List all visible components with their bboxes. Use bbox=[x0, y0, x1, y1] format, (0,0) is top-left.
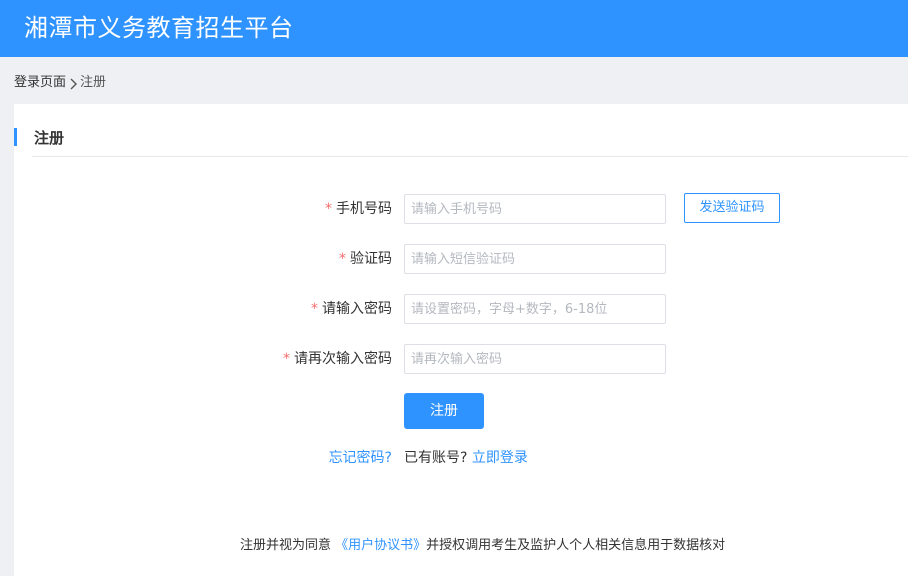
login-now-link[interactable]: 立即登录 bbox=[472, 450, 528, 466]
confirm-password-label: * 请再次输入密码 bbox=[283, 344, 392, 374]
password-label: * 请输入密码 bbox=[311, 294, 392, 324]
password-input[interactable] bbox=[404, 294, 666, 324]
breadcrumb: 登录页面 注册 bbox=[14, 73, 106, 93]
breadcrumb-current: 注册 bbox=[80, 75, 107, 90]
required-mark: * bbox=[283, 351, 290, 367]
confirm-password-input[interactable] bbox=[404, 344, 666, 374]
required-mark: * bbox=[325, 201, 332, 217]
phone-label-text: 手机号码 bbox=[336, 201, 392, 217]
login-links: 已有账号? 立即登录 bbox=[404, 448, 528, 468]
register-button[interactable]: 注册 bbox=[404, 393, 484, 429]
section-header: 注册 bbox=[14, 128, 65, 147]
section-divider bbox=[32, 156, 908, 157]
code-label: * 验证码 bbox=[339, 244, 392, 274]
agreement-suffix: 并授权调用考生及监护人个人相关信息用于数据核对 bbox=[426, 538, 726, 553]
confirm-password-label-text: 请再次输入密码 bbox=[294, 351, 392, 367]
register-panel: 注册 *手机号码 发送验证码 *验证码 *请输入密码 *请再次输入密码 注册 忘… bbox=[14, 104, 908, 576]
chevron-right-icon bbox=[68, 77, 78, 90]
top-header: 湘潭市义务教育招生平台 bbox=[0, 0, 908, 57]
code-label-text: 验证码 bbox=[350, 251, 392, 267]
phone-label: * 手机号码 bbox=[325, 194, 392, 224]
user-agreement-link[interactable]: 《用户协议书》 bbox=[335, 538, 426, 553]
forgot-password-link[interactable]: 忘记密码? bbox=[329, 450, 392, 466]
section-accent-bar bbox=[14, 128, 17, 146]
section-title: 注册 bbox=[34, 128, 65, 147]
code-input[interactable] bbox=[404, 244, 666, 274]
phone-input[interactable] bbox=[404, 194, 666, 224]
required-mark: * bbox=[311, 301, 318, 317]
app-title: 湘潭市义务教育招生平台 bbox=[24, 14, 294, 42]
breadcrumb-home[interactable]: 登录页面 bbox=[14, 73, 66, 93]
agreement-prefix: 注册并视为同意 bbox=[240, 538, 332, 553]
forgot-password-wrap: 忘记密码? bbox=[329, 448, 392, 468]
send-code-button[interactable]: 发送验证码 bbox=[684, 193, 780, 223]
required-mark: * bbox=[339, 251, 346, 267]
password-label-text: 请输入密码 bbox=[322, 301, 392, 317]
have-account-text: 已有账号? bbox=[404, 450, 468, 466]
